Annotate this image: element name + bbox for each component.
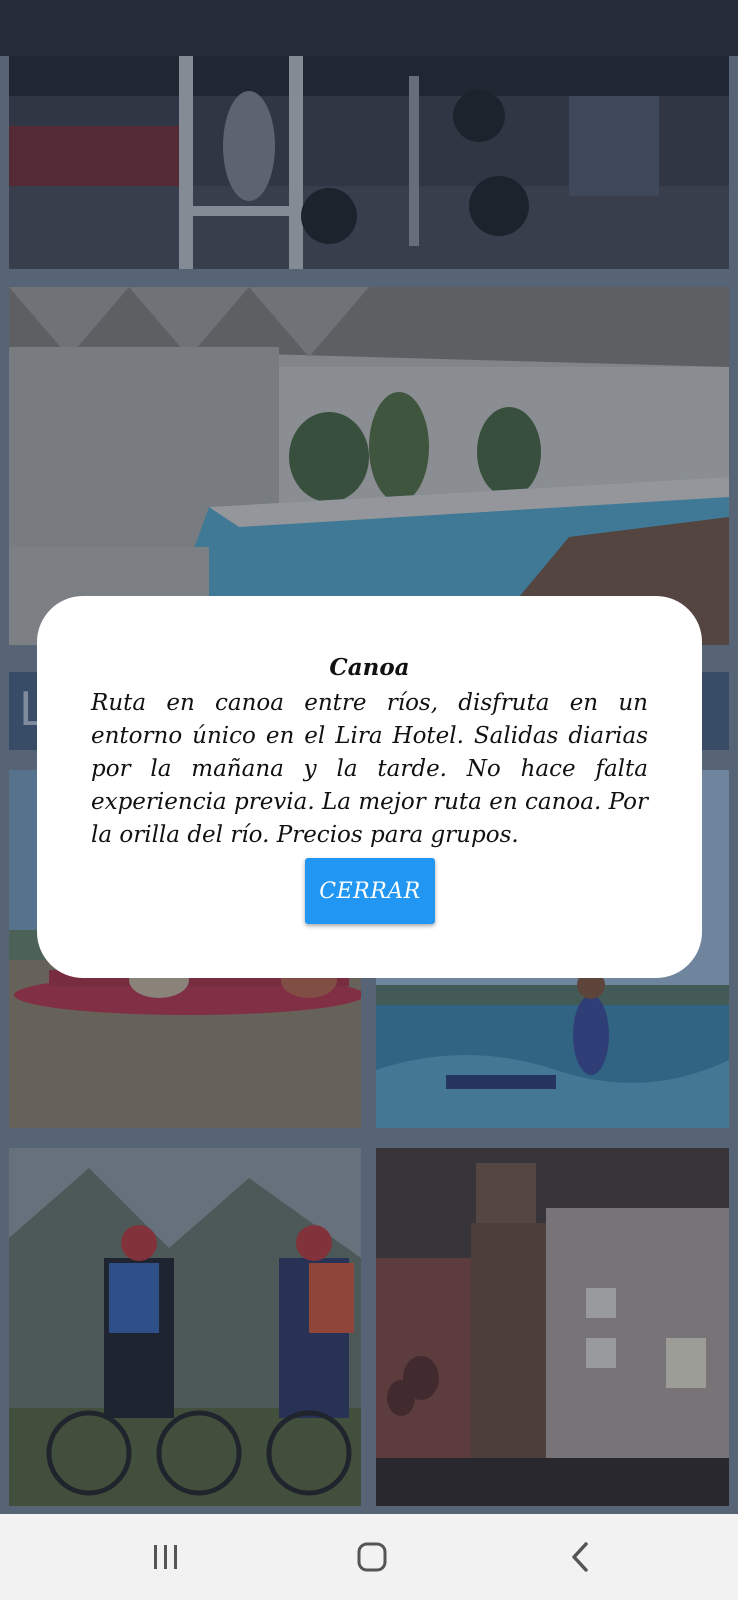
dialog-title: Canoa (329, 654, 410, 681)
home-button[interactable] (342, 1534, 402, 1580)
close-button[interactable]: CERRAR (305, 858, 435, 924)
recents-icon (154, 1545, 177, 1569)
system-navigation-bar (0, 1514, 738, 1600)
home-icon (357, 1542, 387, 1572)
dialog-body-text: Ruta en canoa entre ríos, disfruta en un… (91, 690, 648, 848)
recents-button[interactable] (136, 1534, 196, 1580)
back-icon (572, 1542, 588, 1572)
info-dialog: Canoa Ruta en canoa entre ríos, disfruta… (37, 596, 702, 978)
back-button[interactable] (550, 1534, 610, 1580)
